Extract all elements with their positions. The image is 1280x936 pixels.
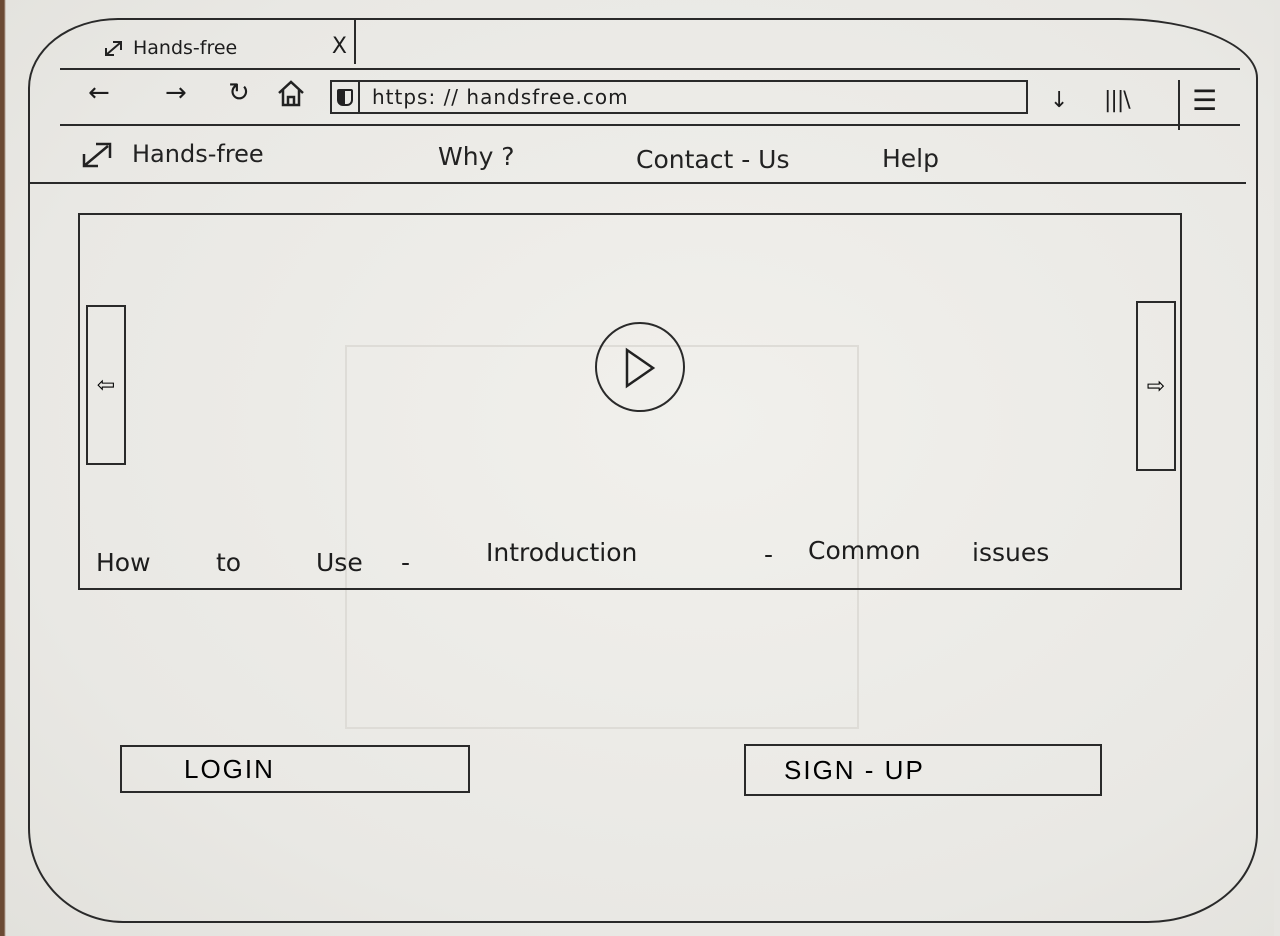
caption-separator: - [764,540,774,569]
signup-button[interactable]: SIGN - UP [744,744,1102,796]
caption-link-introduction[interactable]: Introduction [486,538,637,567]
download-button[interactable]: ↓ [1050,88,1068,113]
address-bar[interactable]: https: // handsfree.com [330,80,1028,114]
play-button[interactable] [595,322,685,412]
play-icon [625,347,656,389]
nav-contact-link[interactable]: Contact - Us [636,145,790,174]
login-button[interactable]: LOGIN [120,745,470,793]
site-header-border [30,182,1246,184]
caption-separator: - [401,548,411,577]
site-logo-label: Hands-free [132,140,264,168]
shield-icon [332,82,360,112]
caption-word: Use [316,548,363,577]
carousel-next-button[interactable]: ⇨ [1136,301,1176,471]
tab-close-button[interactable]: X [332,34,347,59]
external-link-icon [82,142,112,168]
toolbar-border [60,124,1240,126]
nav-help-link[interactable]: Help [882,144,939,173]
tab-divider [354,18,356,64]
toolbar-divider [1178,80,1180,130]
forward-button[interactable]: → [165,80,187,106]
reload-button[interactable]: ↻ [228,80,250,106]
nav-why-link[interactable]: Why ? [438,142,515,171]
browser-tab[interactable]: Hands-free X [103,28,355,68]
external-link-icon [105,41,122,56]
carousel-prev-button[interactable]: ⇦ [86,305,126,465]
caption-word: to [216,548,242,577]
site-logo[interactable]: Hands-free [80,138,264,170]
library-button[interactable]: |||\ [1104,88,1131,113]
tabstrip-border [60,68,1240,70]
caption-link-common[interactable]: Common [808,536,921,565]
caption-word: How [96,548,151,577]
url-text: https: // handsfree.com [372,85,629,109]
tab-title: Hands-free [133,37,238,59]
back-button[interactable]: ← [88,80,110,106]
home-button[interactable] [276,78,306,113]
home-icon [278,80,304,107]
caption-link-issues[interactable]: issues [972,538,1049,567]
video-carousel: ⇦ ⇨ How to Use - Introduction - Common i… [78,213,1182,590]
menu-button[interactable]: ☰ [1192,84,1217,117]
